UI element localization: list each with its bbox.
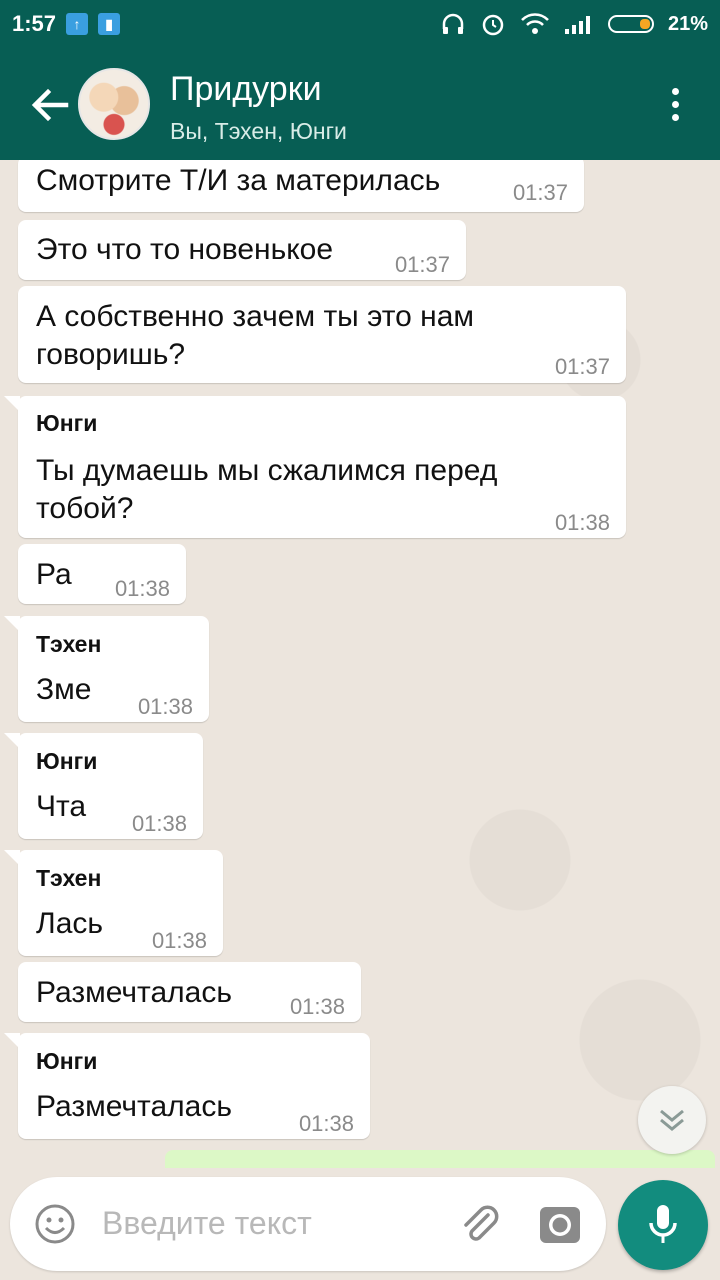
message-time: 01:38 [298, 1111, 354, 1136]
message-sender: Тэхен [36, 865, 102, 891]
message-text: Ра [36, 558, 72, 591]
group-avatar[interactable] [78, 68, 150, 140]
message-sender: Тэхен [36, 631, 102, 657]
app-notification-icon: ▮ [98, 13, 121, 35]
battery-icon [607, 15, 654, 33]
message-text: Лась [36, 907, 104, 940]
message-bubble[interactable]: Юнги Размечталась 01:38 [4, 1033, 370, 1139]
voice-record-button[interactable] [618, 1180, 708, 1270]
message-time: 01:38 [137, 694, 193, 719]
message-text: А собственно зачем ты это нам говоришь? [36, 300, 475, 371]
message-time: 01:37 [394, 252, 450, 277]
message-sender: Юнги [36, 748, 98, 774]
camera-icon[interactable] [538, 1203, 582, 1247]
emoji-icon[interactable] [34, 1203, 76, 1245]
upload-notification-icon: ↑ [66, 13, 89, 35]
message-bubble[interactable]: Тэхен Лась 01:38 [4, 850, 223, 956]
headphones-icon [442, 13, 464, 34]
message-text: Ты думаешь мы сжалимся перед тобой? [36, 454, 498, 525]
message-bubble[interactable]: Размечталась 01:38 [18, 962, 361, 1022]
message-input-bar: Введите текст [10, 1177, 606, 1271]
message-text: Размечталась [36, 1090, 232, 1123]
scroll-to-bottom-button[interactable] [638, 1086, 706, 1154]
message-time: 01:38 [151, 928, 207, 953]
message-input[interactable]: Введите текст [102, 1205, 312, 1242]
back-arrow-icon[interactable] [28, 84, 70, 126]
status-time: 1:57 [12, 11, 57, 36]
message-text: Смотрите Т/И за материлась [36, 164, 441, 197]
message-text: Это что то новенькое [36, 233, 334, 266]
message-text: Размечталась [36, 976, 232, 1009]
message-list[interactable]: Смотрите Т/И за материлась 01:37 Это что… [0, 160, 720, 1165]
battery-percent: 21% [667, 12, 708, 35]
message-time: 01:38 [131, 811, 187, 836]
attach-icon[interactable] [456, 1201, 502, 1247]
double-chevron-down-icon [660, 1109, 684, 1131]
message-time: 01:38 [114, 576, 170, 601]
message-bubble[interactable]: Ра 01:38 [18, 544, 186, 604]
message-bubble[interactable]: Это что то новенькое 01:37 [18, 220, 466, 280]
message-time: 01:38 [289, 994, 345, 1019]
message-time: 01:37 [554, 354, 610, 379]
message-time: 01:37 [512, 180, 568, 205]
message-sender: Юнги [36, 410, 98, 436]
message-sender: Юнги [36, 1048, 98, 1074]
microphone-icon [649, 1205, 677, 1243]
outgoing-message-bubble[interactable] [165, 1150, 715, 1168]
message-text: Чта [36, 790, 87, 823]
more-options-icon[interactable] [672, 88, 680, 127]
message-bubble[interactable]: Юнги Ты думаешь мы сжалимся перед тобой?… [4, 396, 626, 538]
message-bubble[interactable]: Юнги Чта 01:38 [4, 733, 203, 839]
message-text: Зме [36, 673, 92, 706]
signal-icon [564, 16, 590, 34]
message-bubble[interactable]: Смотрите Т/И за материлась 01:37 [18, 160, 584, 212]
status-bar: 1:57 ↑ ▮ 21% [0, 0, 720, 48]
message-bubble[interactable]: Тэхен Зме 01:38 [4, 616, 209, 722]
chat-title[interactable]: Придурки [170, 70, 322, 109]
wifi-icon [521, 13, 549, 34]
chat-participants[interactable]: Вы, Тэхен, Юнги [170, 118, 347, 145]
message-time: 01:38 [554, 510, 610, 535]
alarm-icon [482, 14, 504, 36]
message-bubble[interactable]: А собственно зачем ты это нам говоришь? … [18, 286, 626, 383]
chat-header: Придурки Вы, Тэхен, Юнги [0, 48, 720, 160]
